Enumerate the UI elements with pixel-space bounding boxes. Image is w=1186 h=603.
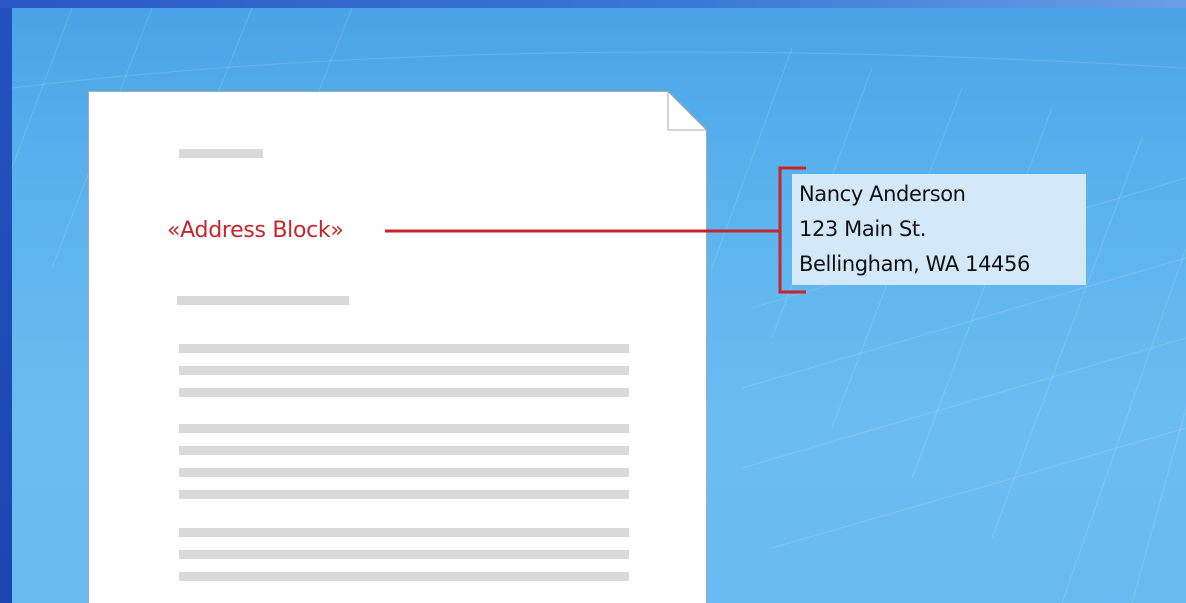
slide-top-border [0, 0, 1186, 8]
placeholder-line [179, 344, 629, 353]
address-name: Nancy Anderson [799, 182, 966, 206]
address-street: 123 Main St. [799, 217, 927, 241]
placeholder-line [177, 296, 349, 305]
placeholder-line [179, 366, 629, 375]
placeholder-line [179, 572, 629, 581]
placeholder-line [179, 490, 629, 499]
placeholder-line [179, 149, 263, 158]
page-fold-corner [667, 91, 707, 131]
address-preview: Nancy Anderson 123 Main St. Bellingham, … [792, 174, 1086, 285]
slide-canvas: «Address Block» Nancy Anderson 123 Main … [0, 0, 1186, 603]
placeholder-line [179, 388, 629, 397]
address-city-state-zip: Bellingham, WA 14456 [799, 252, 1030, 276]
document-page [88, 91, 707, 603]
placeholder-line [179, 550, 629, 559]
placeholder-line [179, 424, 629, 433]
placeholder-line [179, 468, 629, 477]
placeholder-line [179, 528, 629, 537]
address-block-merge-field: «Address Block» [167, 218, 344, 243]
slide-left-border [0, 0, 12, 603]
placeholder-line [179, 446, 629, 455]
